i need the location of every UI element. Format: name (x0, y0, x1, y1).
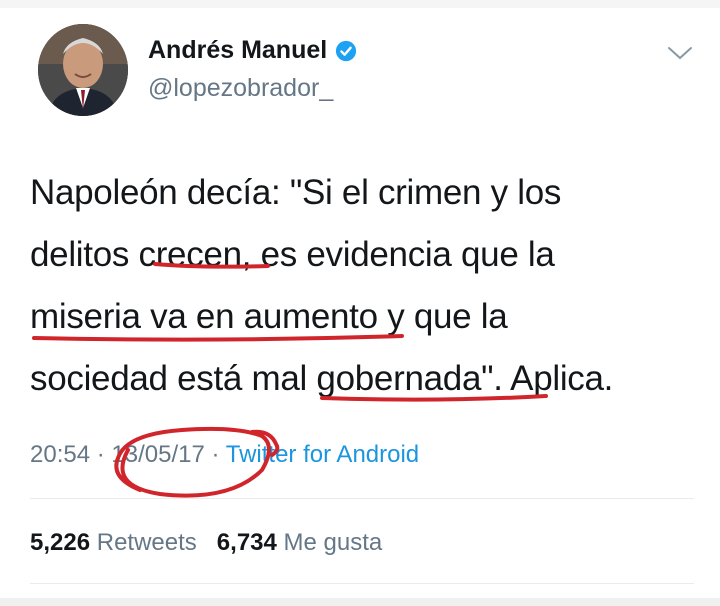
meta-separator-1: · (96, 441, 105, 468)
stats-divider-top (30, 498, 694, 499)
author-name[interactable]: Andrés Manuel (148, 36, 327, 65)
bottom-divider (0, 598, 720, 606)
tweet-text-line-3: miseria va en aumento y que la (30, 297, 508, 336)
author-handle[interactable]: @lopezobrador_ (148, 74, 333, 103)
meta-separator-2: · (211, 441, 220, 468)
avatar[interactable] (38, 24, 128, 116)
verified-badge-icon (336, 40, 357, 61)
tweet-text-line-1: Napoleón decía: "Si el crimen y los (30, 173, 562, 212)
tweet-text: Napoleón decía: "Si el crimen y los deli… (30, 162, 700, 410)
likes-label[interactable]: Me gusta (284, 529, 383, 556)
avatar-image (38, 24, 128, 116)
tweet-source-link[interactable]: Twitter for Android (226, 441, 419, 468)
tweet-text-line-2: delitos crecen, es evidencia que la (30, 235, 555, 274)
retweets-label[interactable]: Retweets (97, 529, 197, 556)
tweet-time[interactable]: 20:54 (30, 441, 90, 468)
likes-count[interactable]: 6,734 (217, 529, 277, 556)
tweet-date[interactable]: 13/05/17 (111, 441, 204, 468)
author-name-row[interactable]: Andrés Manuel (148, 36, 357, 65)
top-divider (0, 0, 720, 8)
tweet-text-line-4: sociedad está mal gobernada". Aplica. (30, 359, 614, 398)
tweet-metadata: 20:54 · 13/05/17 · Twitter for Android (30, 441, 419, 469)
chevron-down-icon[interactable] (666, 44, 694, 62)
tweet-card: Andrés Manuel @lopezobrador_ Napoleón de… (0, 0, 720, 606)
stats-divider-bottom (30, 583, 694, 584)
retweets-count[interactable]: 5,226 (30, 529, 90, 556)
tweet-stats: 5,226 Retweets 6,734 Me gusta (30, 529, 382, 557)
